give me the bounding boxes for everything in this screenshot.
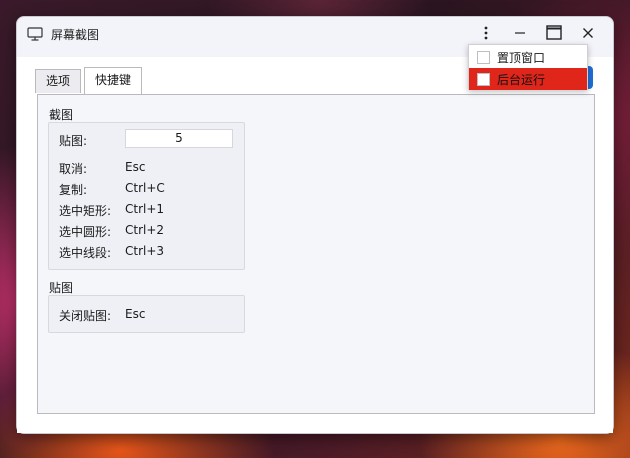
group-title-pin: 贴图	[49, 281, 74, 295]
row-label-select-rect: 选中矩形:	[59, 204, 112, 218]
row-value-cancel: Esc	[125, 160, 146, 174]
row-label-copy: 复制:	[59, 183, 88, 197]
row-value-select-line: Ctrl+3	[125, 244, 165, 258]
maximize-icon	[546, 25, 562, 43]
menu-item-always-on-top[interactable]: 置顶窗口	[469, 46, 587, 68]
window-title: 屏幕截图	[51, 28, 100, 42]
row-label-select-circle: 选中圆形:	[59, 225, 112, 239]
close-icon	[582, 27, 594, 42]
menu-item-run-in-background[interactable]: 后台运行	[469, 68, 587, 90]
row-value-close-pin: Esc	[125, 307, 146, 321]
row-value-select-rect: Ctrl+1	[125, 202, 165, 216]
group-screenshot: 贴图: 5 取消: Esc 复制: Ctrl+C 选中矩形: Ctrl+1 选中…	[48, 122, 245, 270]
more-menu: 置顶窗口 后台运行	[468, 44, 588, 90]
vertical-ellipsis-icon	[484, 26, 488, 43]
shortcuts-panel: 截图 贴图: 5 取消: Esc 复制: Ctrl+C 选中矩形: Ctrl+1…	[37, 94, 595, 414]
monitor-icon	[27, 27, 43, 41]
menu-item-label: 置顶窗口	[497, 50, 546, 65]
minimize-icon	[514, 27, 526, 42]
row-label-select-line: 选中线段:	[59, 246, 112, 260]
row-label-cancel: 取消:	[59, 162, 88, 176]
row-label-close-pin: 关闭贴图:	[59, 309, 112, 323]
pin-hotkey-input[interactable]: 5	[125, 129, 233, 148]
menu-item-label: 后台运行	[497, 72, 546, 87]
always-on-top-checkbox[interactable]	[477, 50, 490, 64]
group-title-screenshot: 截图	[49, 108, 74, 122]
row-label-pin: 贴图:	[59, 134, 88, 148]
tab-options[interactable]: 选项	[35, 69, 82, 93]
run-in-background-checkbox[interactable]	[477, 72, 490, 86]
tab-shortcuts[interactable]: 快捷键	[84, 67, 143, 94]
group-pin: 关闭贴图: Esc	[48, 295, 245, 333]
row-value-select-circle: Ctrl+2	[125, 223, 165, 237]
row-value-copy: Ctrl+C	[125, 181, 165, 195]
